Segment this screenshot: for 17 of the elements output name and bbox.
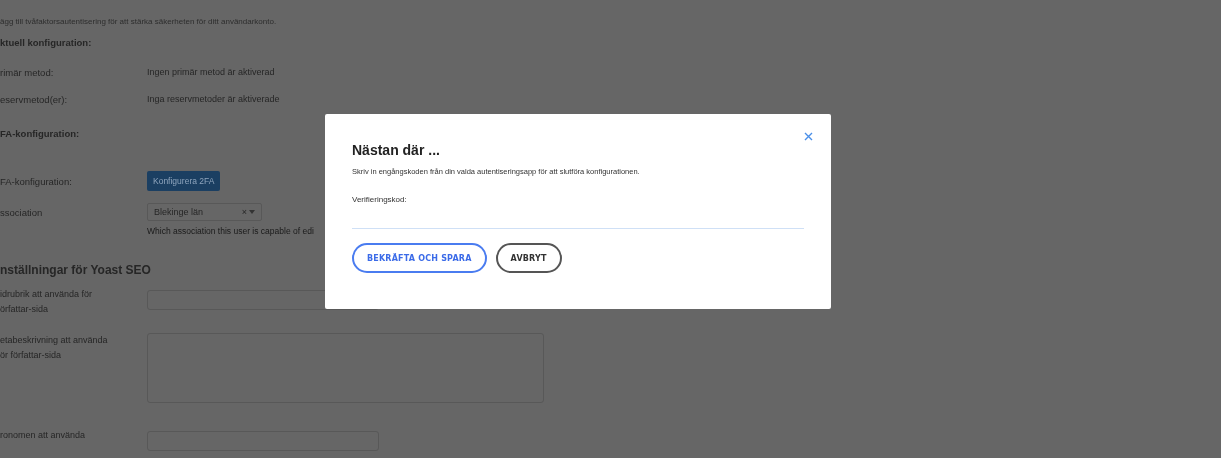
field-label: Verifieringskod: xyxy=(352,195,408,204)
field-label: ronomen att använda xyxy=(0,429,87,442)
field-value: Ingen primär metod är aktiverad xyxy=(147,67,275,77)
field-label: ssociation xyxy=(0,206,44,218)
configure-button[interactable]: Konfigurera 2FA xyxy=(147,171,221,191)
section-heading: ktuell konfiguration: xyxy=(0,37,93,50)
field-label: FA-konfiguration: xyxy=(0,175,73,187)
modal-title: Nästan där ... xyxy=(352,142,441,158)
field-label: eservmetod(er): xyxy=(0,94,69,105)
hint-text: Which association this user is capable of edi xyxy=(147,226,314,236)
close-icon[interactable] xyxy=(804,132,813,141)
field-label: FA-konfiguration: xyxy=(0,128,81,139)
cancel-button[interactable]: AVBRYT xyxy=(495,243,562,273)
confirm-button[interactable]: BEKRÄFTA OCH SPARA xyxy=(352,243,487,273)
field-value: Inga reservmetoder är aktiverade xyxy=(147,94,280,104)
section-heading: nställningar för Yoast SEO xyxy=(0,263,152,279)
caret-icon xyxy=(249,210,255,214)
